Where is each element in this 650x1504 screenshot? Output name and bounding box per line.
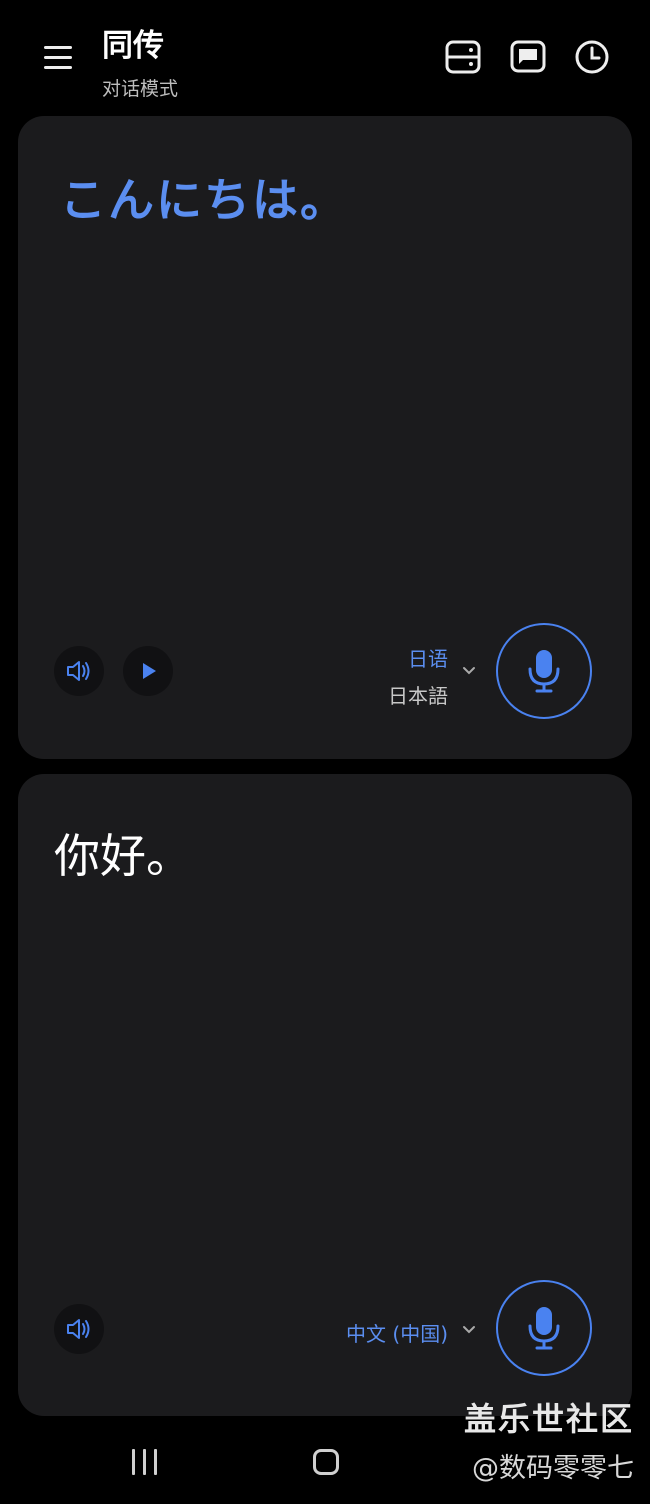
language-native-name: 日本語 xyxy=(388,684,448,708)
chevron-down-icon[interactable] xyxy=(461,1322,477,1338)
play-icon[interactable] xyxy=(123,646,173,696)
chat-bubble-icon[interactable] xyxy=(509,38,547,76)
watermark-community: 盖乐世社区 xyxy=(463,1400,634,1438)
watermark-author: @数码零零七 xyxy=(472,1453,634,1484)
speaker-icon[interactable] xyxy=(54,1304,104,1354)
microphone-button[interactable] xyxy=(496,623,592,719)
language-name: 中文 (中国) xyxy=(346,1322,448,1346)
chinese-text: 你好。 xyxy=(54,829,192,883)
language-name: 日语 xyxy=(408,647,448,671)
source-language-panel: こんにちは。 日语 日本語 xyxy=(18,116,632,759)
speaker-icon[interactable] xyxy=(54,646,104,696)
split-view-icon[interactable] xyxy=(444,38,482,76)
mode-subtitle: 对话模式 xyxy=(102,78,179,100)
history-clock-icon[interactable] xyxy=(573,38,611,76)
microphone-icon xyxy=(528,1307,560,1350)
japanese-text: こんにちは。 xyxy=(60,173,348,227)
home-button[interactable] xyxy=(313,1449,339,1475)
menu-icon[interactable] xyxy=(40,40,76,76)
microphone-icon xyxy=(528,650,560,693)
target-language-selector[interactable]: 中文 (中国) xyxy=(346,1318,448,1347)
recent-apps-button[interactable] xyxy=(130,1449,160,1475)
app-header: 同传 对话模式 xyxy=(0,0,650,110)
microphone-button[interactable] xyxy=(496,1280,592,1376)
source-language-selector[interactable]: 日语 日本語 xyxy=(388,643,448,709)
target-language-panel: 你好。 中文 (中国) xyxy=(18,774,632,1416)
chevron-down-icon[interactable] xyxy=(461,663,477,679)
page-title: 同传 xyxy=(102,28,164,64)
